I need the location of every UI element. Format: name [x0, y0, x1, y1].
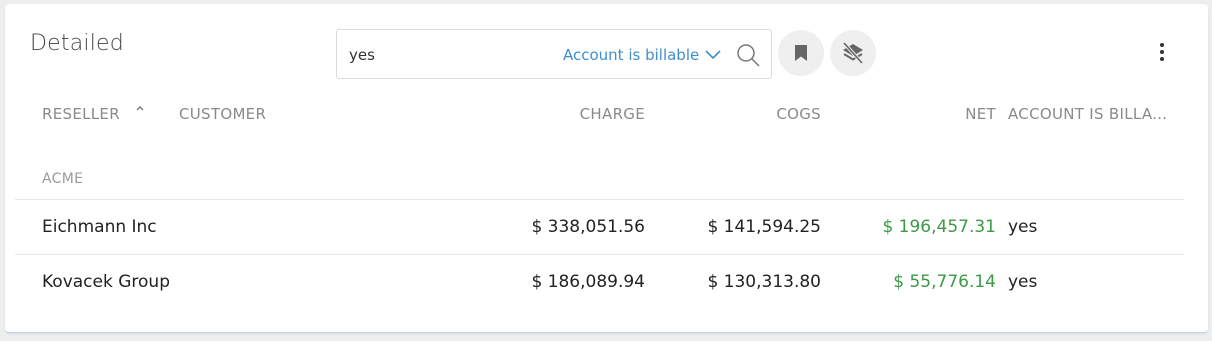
cell-customer: Kovacek Group — [42, 272, 170, 292]
detailed-panel: Detailed Account is billable RESELLER — [5, 4, 1208, 333]
column-header-charge[interactable]: CHARGE — [525, 105, 645, 123]
cell-net: $ 196,457.31 — [882, 217, 996, 237]
column-header-cogs[interactable]: COGS — [701, 105, 821, 123]
row-divider — [15, 254, 1184, 255]
layers-off-icon — [842, 42, 864, 64]
panel-title: Detailed — [30, 31, 124, 56]
column-header-reseller[interactable]: RESELLER — [42, 105, 120, 123]
search-box[interactable]: Account is billable — [336, 29, 772, 79]
filter-field-select[interactable]: Account is billable — [563, 44, 721, 66]
sort-asc-icon[interactable] — [135, 104, 145, 114]
cell-cogs: $ 130,313.80 — [707, 272, 821, 292]
cell-charge: $ 186,089.94 — [531, 272, 645, 292]
row-divider — [15, 199, 1184, 200]
chevron-down-icon — [705, 50, 721, 60]
search-input[interactable] — [349, 44, 539, 66]
cell-cogs: $ 141,594.25 — [707, 217, 821, 237]
filter-field-label: Account is billable — [563, 46, 700, 64]
bookmark-button[interactable] — [778, 30, 824, 76]
cell-billable: yes — [1008, 217, 1038, 237]
cell-billable: yes — [1008, 272, 1038, 292]
cell-charge: $ 338,051.56 — [531, 217, 645, 237]
search-icon[interactable] — [736, 43, 760, 67]
layers-off-button[interactable] — [830, 30, 876, 76]
column-header-customer[interactable]: CUSTOMER — [179, 105, 266, 123]
column-header-account-is-billable[interactable]: ACCOUNT IS BILLA... — [1008, 105, 1178, 123]
cell-net: $ 55,776.14 — [893, 272, 996, 292]
more-vertical-icon[interactable] — [1152, 37, 1172, 67]
cell-customer: Eichmann Inc — [42, 217, 157, 237]
column-header-net[interactable]: NET — [875, 105, 996, 123]
group-label: ACME — [42, 171, 84, 187]
bookmark-icon — [795, 45, 807, 61]
